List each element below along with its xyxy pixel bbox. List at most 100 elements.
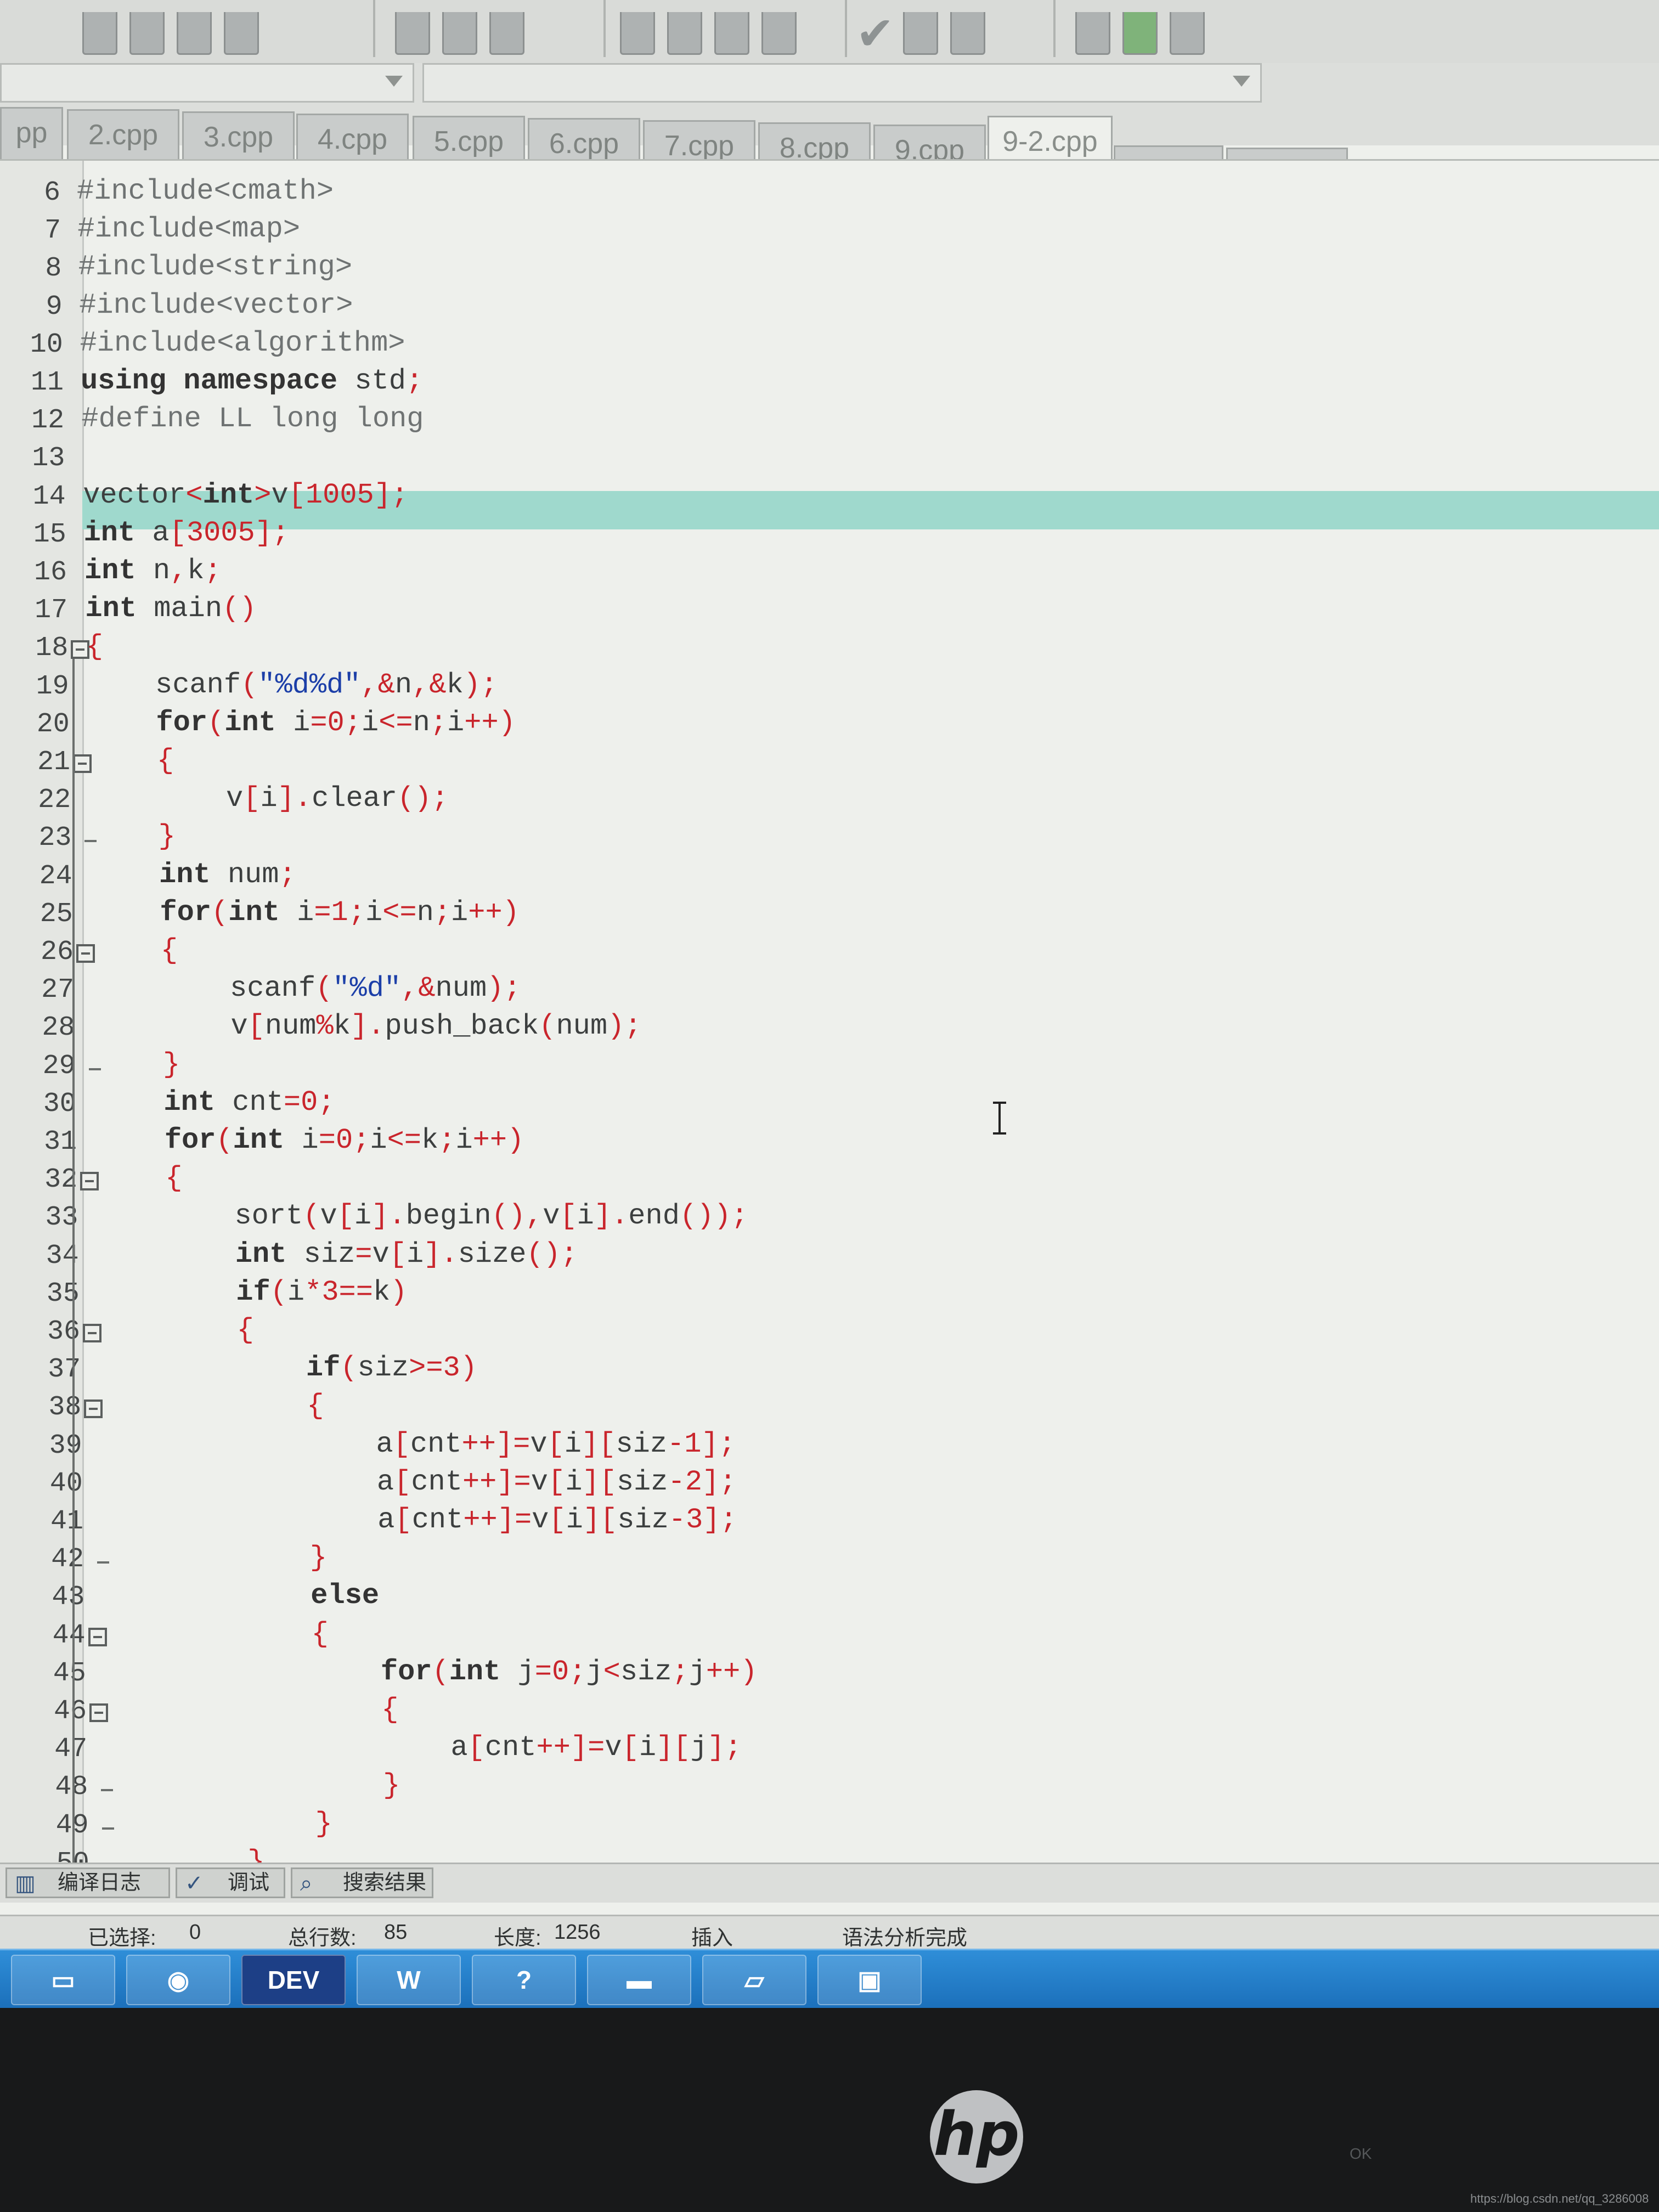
folder-icon[interactable]: ▭ (11, 1955, 115, 2005)
line-number: 48 (55, 1771, 88, 1803)
line-number: 16 (33, 557, 67, 588)
stop-icon[interactable] (667, 12, 702, 55)
debug-icon[interactable] (489, 12, 524, 55)
member-combo[interactable] (422, 63, 1262, 103)
code-line[interactable]: v[num%k].push_back(num); (94, 1010, 641, 1042)
tab-3-cpp[interactable]: 3.cpp (182, 111, 295, 164)
code-line[interactable]: { (108, 1694, 398, 1726)
code-line[interactable]: } (109, 1769, 400, 1802)
chart-icon[interactable] (903, 12, 938, 55)
save-icon[interactable] (177, 12, 212, 55)
print-icon[interactable] (82, 12, 117, 55)
line-number: 32 (44, 1164, 78, 1196)
code-line[interactable]: int siz=v[i].size(); (98, 1238, 578, 1271)
compile-icon[interactable] (395, 12, 430, 55)
code-line[interactable]: int main() (85, 592, 256, 625)
tab-compile-log[interactable]: ▥ 编译日志 (5, 1867, 170, 1898)
hp-logo: hp (930, 2090, 1023, 2183)
chevron-down-icon (385, 76, 403, 87)
code-line[interactable]: int cnt=0; (95, 1086, 335, 1119)
code-line[interactable]: for(int i=1;i<=n;i++) (92, 896, 519, 929)
line-number: 29 (42, 1050, 76, 1082)
code-line[interactable]: for(int i=0;i<=n;i++) (88, 707, 515, 739)
code-line[interactable]: #include<map> (77, 213, 300, 245)
code-line[interactable]: for(int i=0;i<=k;i++) (96, 1124, 524, 1156)
help-icon[interactable]: ? (472, 1955, 576, 2005)
line-number: 27 (41, 974, 75, 1006)
code-line[interactable]: } (110, 1808, 332, 1840)
code-line[interactable]: using namespace std; (81, 365, 423, 397)
tab-4-cpp[interactable]: 4.cpp (296, 114, 409, 166)
code-line[interactable]: scanf("%d%d",&n,&k); (87, 669, 498, 701)
screen-icon[interactable]: ▣ (817, 1955, 922, 2005)
code-line[interactable]: for(int j=0;j<siz;j++) (107, 1656, 758, 1688)
code-line[interactable]: a[cnt++]=v[i][siz-3]; (104, 1504, 737, 1536)
code-line[interactable]: { (101, 1390, 324, 1422)
code-line[interactable]: scanf("%d",&num); (93, 972, 521, 1005)
devcpp-icon[interactable]: DEV (241, 1955, 346, 2005)
code-line[interactable]: { (88, 744, 174, 777)
code-editor[interactable]: 6 7 8 9 10 11 12 13 14 15 16 17 18 19 20 21 22 23 24 25 26 27… (0, 159, 1659, 1879)
run-icon[interactable] (442, 12, 477, 55)
fold-toggle-icon[interactable] (83, 1324, 101, 1342)
fold-toggle-icon[interactable] (84, 1400, 103, 1419)
code-line[interactable]: v[i].clear(); (89, 782, 449, 815)
code-line[interactable]: { (100, 1314, 254, 1346)
line-number: 26 (40, 936, 74, 968)
code-line[interactable]: { (92, 934, 178, 967)
window-icon[interactable]: ▬ (587, 1955, 691, 2005)
tab-2-cpp[interactable]: 2.cpp (67, 109, 179, 162)
tab-debug[interactable]: ✓ 调试 (176, 1867, 285, 1898)
remove-file-icon[interactable] (1170, 12, 1205, 55)
code-line[interactable]: #define LL long long (81, 403, 424, 435)
code-line[interactable]: } (90, 820, 176, 853)
tab-search-results[interactable]: ⌕ 搜索结果 (291, 1867, 433, 1898)
code-line[interactable]: if(siz>=3) (100, 1352, 477, 1384)
fold-toggle-icon[interactable] (88, 1627, 107, 1646)
chrome-icon[interactable]: ◉ (126, 1955, 230, 2005)
code-line[interactable]: #include<string> (78, 251, 352, 283)
home-icon[interactable] (950, 12, 985, 55)
w-icon[interactable]: W (357, 1955, 461, 2005)
fold-toggle-icon[interactable] (80, 1172, 99, 1191)
code-line[interactable]: #include<vector> (79, 289, 353, 321)
tab-pp[interactable]: pp (0, 107, 63, 160)
class-combo[interactable] (0, 63, 414, 103)
line-number: 17 (35, 595, 68, 627)
new-project-icon[interactable] (1075, 12, 1110, 55)
line-number: 19 (36, 670, 69, 702)
line-number: 30 (43, 1088, 76, 1120)
check-icon[interactable]: ✔ (856, 10, 894, 57)
code-line[interactable]: } (94, 1048, 180, 1081)
tab-label: 调试 (228, 1871, 270, 1894)
code-line[interactable]: if(i*3==k) (99, 1276, 407, 1308)
code-line[interactable]: vector<int>v[1005]; (83, 479, 408, 511)
code-line[interactable]: int a[3005]; (84, 517, 290, 549)
notes-icon[interactable]: ▱ (702, 1955, 806, 2005)
code-line[interactable]: else (105, 1579, 379, 1612)
columns-icon[interactable] (714, 12, 749, 55)
code-line[interactable]: int num; (91, 859, 296, 891)
print-preview-icon[interactable] (129, 12, 165, 55)
add-file-icon[interactable] (1122, 12, 1158, 55)
tiles-icon[interactable] (761, 12, 797, 55)
code-line[interactable]: a[cnt++]=v[i][siz-2]; (103, 1466, 736, 1498)
fold-toggle-icon[interactable] (89, 1703, 108, 1722)
code-line[interactable]: { (106, 1618, 329, 1650)
grid-icon[interactable] (620, 12, 655, 55)
code-line[interactable]: { (97, 1162, 182, 1194)
line-number: 42 (51, 1544, 84, 1576)
line-number: 49 (29, 1810, 89, 1841)
code-line[interactable]: #include<algorithm> (80, 327, 405, 359)
code-line[interactable]: int n,k; (84, 555, 222, 587)
save-all-icon[interactable] (224, 12, 259, 55)
length-label: 长度: (494, 1927, 541, 1950)
code-line[interactable]: sort(v[i].begin(),v[i].end()); (98, 1200, 748, 1232)
line-number: 46 (53, 1696, 87, 1727)
code-line[interactable]: } (104, 1542, 327, 1574)
code-line[interactable]: #include<cmath> (77, 175, 334, 207)
code-line[interactable]: a[cnt++]=v[i][j]; (108, 1731, 742, 1764)
monitor-bezel (0, 2008, 1659, 2212)
code-line[interactable]: { (86, 630, 103, 663)
code-line[interactable]: a[cnt++]=v[i][siz-1]; (102, 1428, 735, 1460)
